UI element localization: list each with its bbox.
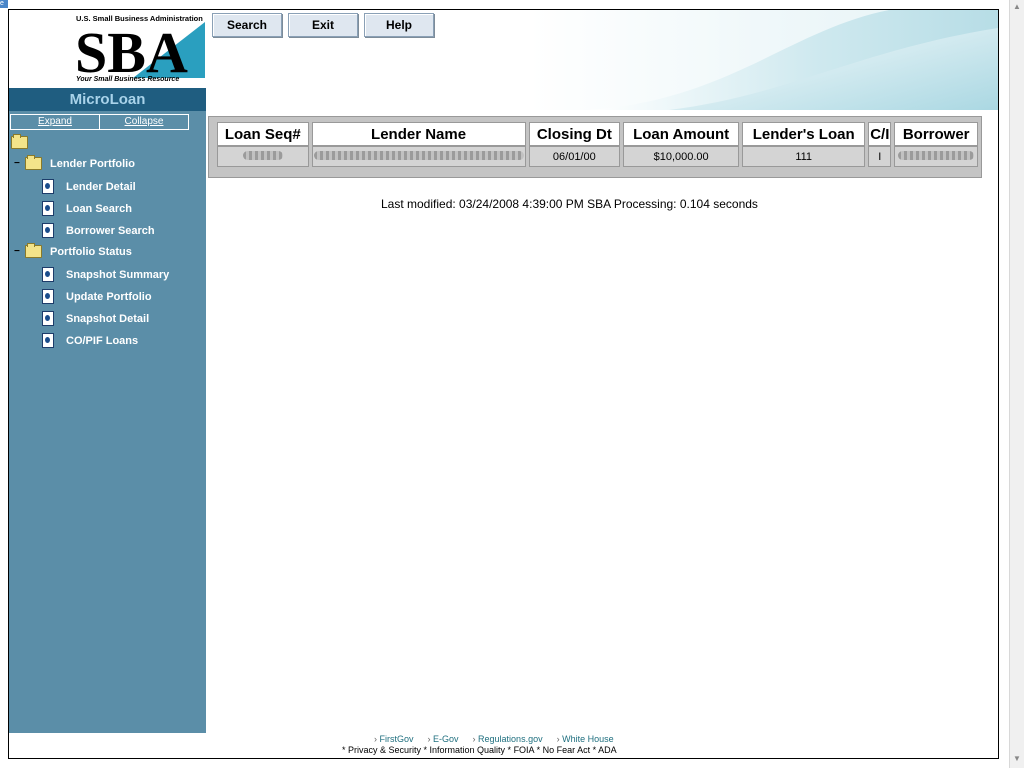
folder-icon (11, 134, 28, 149)
tree-group-label: Lender Portfolio (50, 157, 135, 170)
sba-mark-text: SBA (75, 22, 188, 78)
tree-group-lender-portfolio[interactable]: − Lender Portfolio (14, 155, 135, 170)
footer-link-whitehouse[interactable]: White House (557, 734, 614, 744)
footer-link-regulations[interactable]: Regulations.gov (473, 734, 543, 744)
cell-lender-name-redacted (311, 146, 526, 167)
cell-lenders-loan: 111 (742, 146, 866, 167)
sidebar-item-co-pif-loans[interactable]: CO/PIF Loans (42, 333, 138, 348)
toolbar: Search Exit Help (212, 13, 434, 37)
vertical-scrollbar[interactable]: ▲ ▼ (1009, 0, 1024, 768)
cell-closing-dt: 06/01/00 (528, 146, 621, 167)
footer-link-firstgov[interactable]: FirstGov (374, 734, 414, 744)
header-banner-graphic (529, 10, 998, 110)
redacted-value (242, 150, 283, 160)
document-icon (42, 289, 54, 304)
redacted-value (898, 150, 975, 160)
sidebar-item-update-portfolio[interactable]: Update Portfolio (42, 289, 152, 304)
results-table-panel: Loan Seq# Lender Name Closing Dt Loan Am… (208, 116, 982, 178)
document-icon (42, 311, 54, 326)
cell-loan-amount: $10,000.00 (623, 146, 740, 167)
sba-logo-mark: SBA (75, 22, 205, 78)
sidebar: MicroLoan Expand Collapse − Lender Portf… (9, 88, 206, 733)
col-ci[interactable]: C/I (868, 122, 892, 146)
cell-borrower-redacted (894, 146, 978, 167)
col-lender-name[interactable]: Lender Name (311, 122, 526, 146)
cell-ci: I (868, 146, 892, 167)
col-loan-amount[interactable]: Loan Amount (623, 122, 740, 146)
agency-tagline: Your Small Business Resource (76, 76, 180, 83)
sidebar-item-borrower-search[interactable]: Borrower Search (42, 223, 155, 238)
col-closing-dt[interactable]: Closing Dt (528, 122, 621, 146)
sidebar-item-snapshot-detail[interactable]: Snapshot Detail (42, 311, 149, 326)
footer-links: FirstGov E-Gov Regulations.gov White Hou… (374, 734, 614, 744)
document-icon (42, 333, 54, 348)
page-corner-icon: e (0, 0, 8, 8)
sidebar-item-loan-search[interactable]: Loan Search (42, 201, 132, 216)
tree-root[interactable] (11, 134, 36, 149)
folder-icon (25, 243, 42, 258)
sidebar-item-label: Snapshot Summary (66, 268, 170, 281)
collapse-minus-icon: − (14, 246, 20, 257)
collapse-minus-icon: − (14, 158, 20, 169)
document-icon (42, 267, 54, 282)
exit-button[interactable]: Exit (288, 13, 358, 37)
sidebar-item-label: Snapshot Detail (66, 312, 150, 325)
footer-link-egov[interactable]: E-Gov (428, 734, 459, 744)
cell-loan-seq-redacted[interactable] (217, 146, 309, 167)
tree-group-portfolio-status[interactable]: − Portfolio Status (14, 243, 132, 258)
scroll-down-icon[interactable]: ▼ (1012, 754, 1022, 763)
expand-collapse-bar: Expand Collapse (10, 114, 189, 130)
document-icon (42, 201, 54, 216)
search-button[interactable]: Search (212, 13, 282, 37)
sidebar-item-label: Lender Detail (66, 180, 136, 193)
col-borrower[interactable]: Borrower (894, 122, 978, 146)
expand-link[interactable]: Expand (11, 115, 99, 129)
sidebar-item-label: Borrower Search (66, 224, 155, 237)
col-loan-seq[interactable]: Loan Seq# (217, 122, 309, 146)
collapse-link[interactable]: Collapse (99, 115, 188, 129)
col-lenders-loan[interactable]: Lender's Loan (742, 122, 866, 146)
document-icon (42, 223, 54, 238)
page-frame: U.S. Small Business Administration SBA Y… (8, 9, 999, 759)
sidebar-item-label: Update Portfolio (66, 290, 152, 303)
redacted-value (313, 150, 524, 160)
sidebar-item-label: Loan Search (66, 202, 133, 215)
sidebar-item-label: CO/PIF Loans (66, 334, 139, 347)
folder-icon (25, 155, 42, 170)
scroll-up-icon[interactable]: ▲ (1012, 2, 1022, 11)
last-modified-status: Last modified: 03/24/2008 4:39:00 PM SBA… (381, 197, 758, 211)
table-header-row: Loan Seq# Lender Name Closing Dt Loan Am… (217, 122, 978, 146)
sba-logo: U.S. Small Business Administration SBA Y… (9, 10, 206, 88)
app-title: MicroLoan (9, 88, 206, 111)
footer-legal-links[interactable]: * Privacy & Security * Information Quali… (342, 745, 617, 755)
table-row[interactable]: 06/01/00 $10,000.00 111 I (217, 146, 978, 167)
results-table: Loan Seq# Lender Name Closing Dt Loan Am… (214, 122, 981, 167)
sidebar-item-lender-detail[interactable]: Lender Detail (42, 179, 136, 194)
sidebar-item-snapshot-summary[interactable]: Snapshot Summary (42, 267, 169, 282)
document-icon (42, 179, 54, 194)
help-button[interactable]: Help (364, 13, 434, 37)
tree-group-label: Portfolio Status (50, 245, 132, 258)
